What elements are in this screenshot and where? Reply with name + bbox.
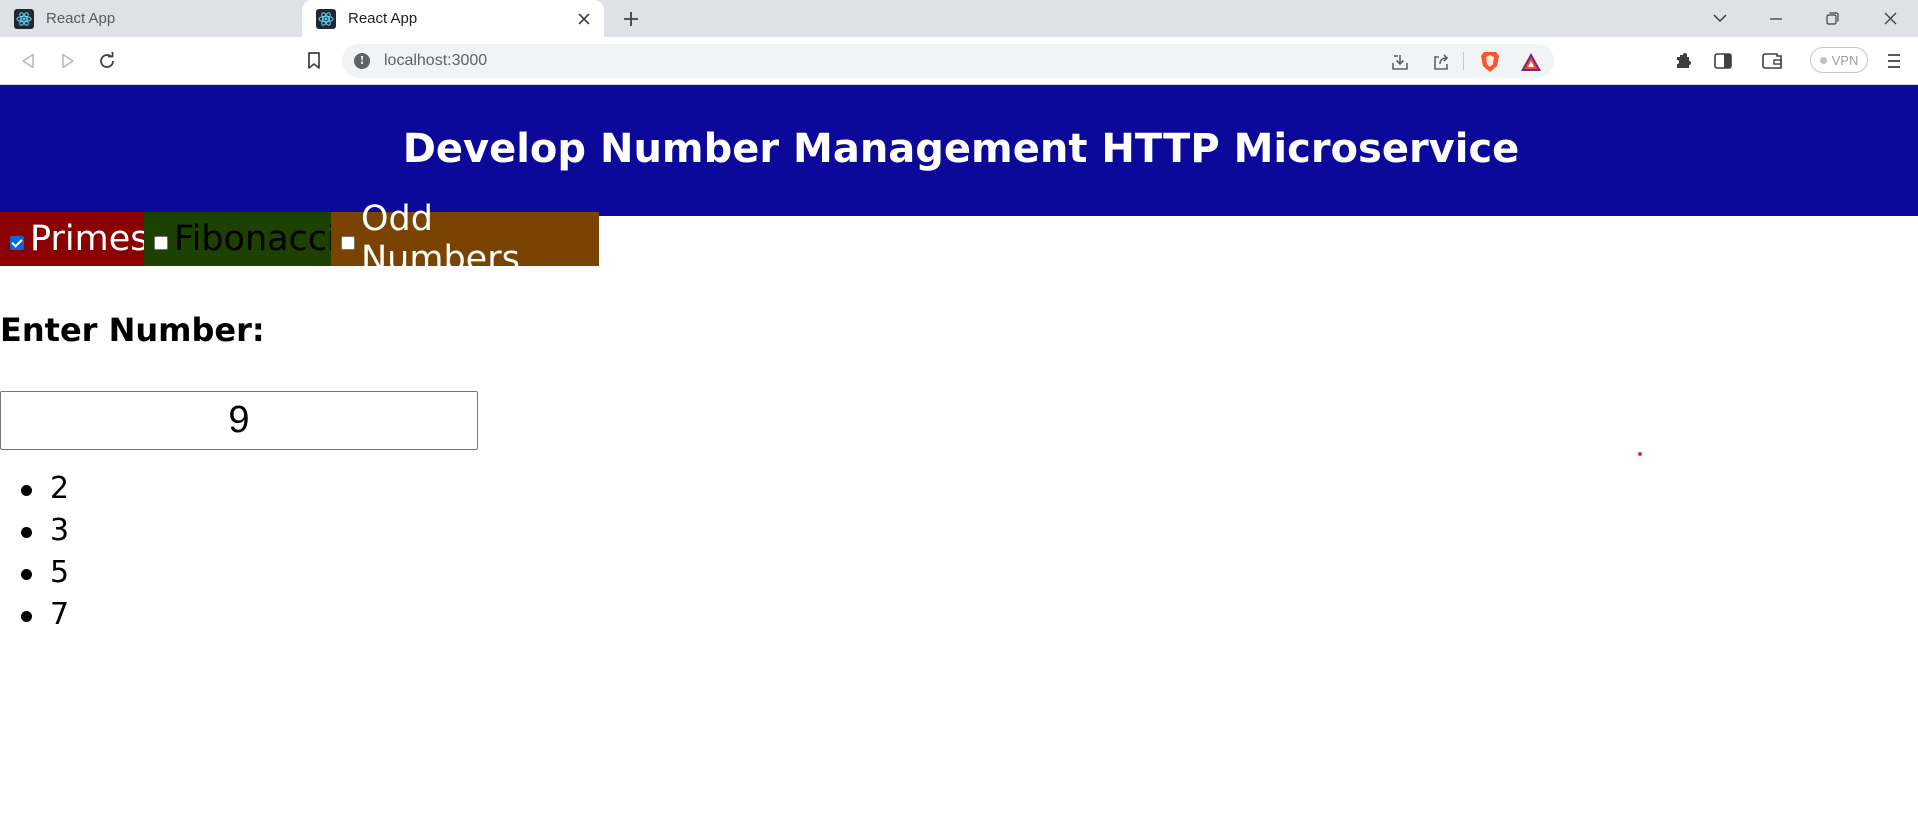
stray-dot <box>1638 452 1642 456</box>
vpn-label: VPN <box>1831 52 1859 68</box>
filter-odd-numbers[interactable]: Odd Numbers <box>331 199 599 279</box>
extensions-icon[interactable] <box>1667 45 1699 77</box>
list-item: 3 <box>0 510 69 552</box>
wallet-icon[interactable] <box>1756 45 1788 77</box>
site-info-icon[interactable]: ! <box>354 53 370 69</box>
tab-search-icon[interactable] <box>1692 0 1748 37</box>
list-item: 2 <box>0 468 69 510</box>
share-icon[interactable] <box>1428 49 1454 75</box>
brave-shields-icon[interactable] <box>1477 49 1503 75</box>
bookmark-icon[interactable] <box>298 45 330 77</box>
browser-toolbar: ! localhost:3000 VPN <box>0 37 1918 85</box>
new-tab-button[interactable] <box>616 4 646 34</box>
filter-options: Primes Fibonacci Odd Numbers <box>0 199 599 279</box>
primes-checkbox[interactable] <box>10 236 24 250</box>
react-logo-icon <box>14 8 34 29</box>
page-content: Develop Number Management HTTP Microserv… <box>0 85 1918 813</box>
fibonacci-checkbox[interactable] <box>154 236 168 250</box>
browser-tab-active[interactable]: React App <box>302 0 604 37</box>
omnibox-divider <box>1463 52 1464 70</box>
reload-icon[interactable] <box>91 45 123 77</box>
restore-window-icon[interactable] <box>1804 0 1860 37</box>
address-bar[interactable]: ! localhost:3000 <box>342 44 1554 78</box>
browser-tab[interactable]: React App <box>0 0 302 37</box>
menu-icon[interactable] <box>1878 45 1910 77</box>
browser-tab-strip: React App React App <box>0 0 1918 37</box>
install-app-icon[interactable] <box>1387 49 1413 75</box>
react-logo-icon <box>316 8 336 29</box>
vpn-status-icon <box>1819 56 1827 64</box>
minimize-window-icon[interactable] <box>1748 0 1804 37</box>
list-item: 5 <box>0 552 69 594</box>
filter-odd-numbers-label: Odd Numbers <box>361 199 520 279</box>
tab-title: React App <box>46 10 116 27</box>
back-icon[interactable] <box>12 45 44 77</box>
page-title: Develop Number Management HTTP Microserv… <box>402 125 1520 172</box>
list-item: 7 <box>0 594 69 636</box>
filter-fibonacci-label: Fibonacci <box>174 219 337 259</box>
filter-primes-label: Primes <box>30 219 149 259</box>
sidebar-icon[interactable] <box>1707 45 1739 77</box>
results-list: 2 3 5 7 <box>0 468 69 636</box>
tab-title: React App <box>348 10 418 27</box>
filter-primes[interactable]: Primes <box>0 212 148 266</box>
brave-rewards-icon[interactable] <box>1518 49 1544 75</box>
forward-icon[interactable] <box>52 45 84 77</box>
close-tab-icon[interactable] <box>572 7 596 31</box>
close-window-icon[interactable] <box>1862 0 1918 37</box>
odd-numbers-checkbox[interactable] <box>341 236 355 250</box>
app-header: Develop Number Management HTTP Microserv… <box>0 85 1918 216</box>
filter-fibonacci[interactable]: Fibonacci <box>144 212 337 266</box>
vpn-button[interactable]: VPN <box>1810 47 1868 73</box>
number-input[interactable] <box>0 391 478 450</box>
url-text[interactable]: localhost:3000 <box>384 52 487 70</box>
number-input-label: Enter Number: <box>0 311 265 349</box>
